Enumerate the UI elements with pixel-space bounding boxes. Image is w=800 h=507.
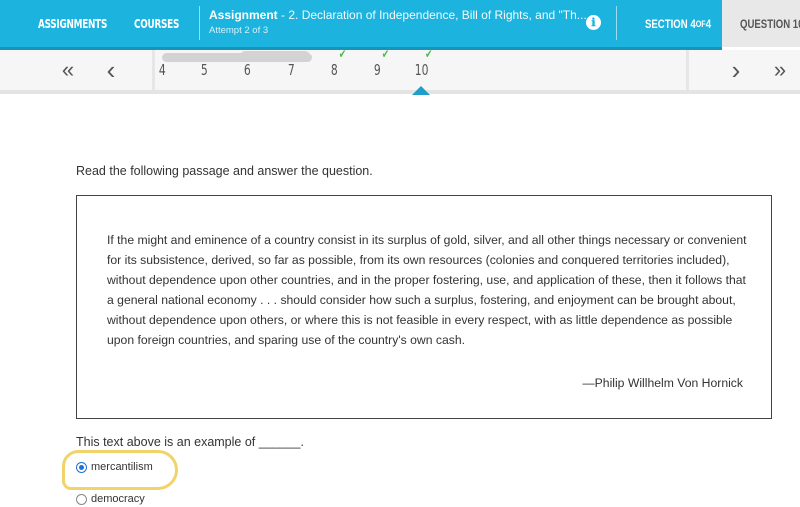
assignment-label: Assignment xyxy=(209,8,278,22)
assignment-title: Assignment - 2. Declaration of Independe… xyxy=(209,8,587,22)
last-question-icon[interactable]: » xyxy=(766,50,794,90)
separator xyxy=(152,50,155,90)
question-navigation: « ‹ 4 5 6 7 8 ✔ 9 ✔ 10 ✔ › » xyxy=(0,47,800,94)
check-icon: ✔ xyxy=(381,47,390,61)
divider xyxy=(616,6,617,40)
question-number-label: 7 xyxy=(287,61,295,79)
question-number-8[interactable]: 8 ✔ xyxy=(330,47,346,90)
question-text: This text above is an example of ______. xyxy=(76,435,304,449)
question-prefix: QUESTION 10 xyxy=(740,16,800,31)
divider xyxy=(199,6,200,40)
passage-attribution: —Philip Willhelm Von Hornick xyxy=(582,376,743,390)
info-icon[interactable]: ℹ xyxy=(586,15,601,30)
first-question-icon[interactable]: « xyxy=(54,50,82,90)
section-of: OF xyxy=(695,18,706,29)
answer-option-mercantilism[interactable]: mercantilism xyxy=(76,461,153,473)
option-label: democracy xyxy=(91,493,145,505)
check-icon: ✔ xyxy=(338,47,347,61)
question-label: QUESTION 10 OF xyxy=(740,17,800,31)
question-number-4[interactable]: 4 xyxy=(159,50,166,90)
assignment-header: Assignment - 2. Declaration of Independe… xyxy=(209,8,587,36)
question-number-label: 4 xyxy=(158,61,166,79)
question-indicator[interactable]: QUESTION 10 OF xyxy=(722,0,800,47)
radio-button-selected[interactable] xyxy=(76,461,87,473)
top-bar: ASSIGNMENTS COURSES Assignment - 2. Decl… xyxy=(0,0,800,47)
nav-assignments-link[interactable]: ASSIGNMENTS xyxy=(38,0,107,47)
question-number-label: 5 xyxy=(200,61,208,79)
question-number-label: 8 xyxy=(330,61,338,79)
check-icon: ✔ xyxy=(425,47,433,61)
instructions: Read the following passage and answer th… xyxy=(76,164,373,178)
section-total: 4 xyxy=(705,16,712,31)
assignment-name: - 2. Declaration of Independence, Bill o… xyxy=(277,8,587,22)
question-number-6[interactable]: 6 xyxy=(244,50,251,90)
question-number-10[interactable]: 10 ✔ xyxy=(414,47,433,90)
option-label: mercantilism xyxy=(91,461,153,473)
passage-box: If the might and eminence of a country c… xyxy=(76,195,772,419)
section-indicator[interactable]: SECTION 4 OF 4 xyxy=(645,0,711,47)
current-question-marker xyxy=(412,86,430,95)
question-number-label: 6 xyxy=(243,61,251,79)
attempt-counter: Attempt 2 of 3 xyxy=(209,25,269,36)
question-number-9[interactable]: 9 ✔ xyxy=(373,47,389,90)
section-prefix: SECTION 4 xyxy=(645,16,696,31)
passage-text: If the might and eminence of a country c… xyxy=(107,233,747,347)
next-question-icon[interactable]: › xyxy=(722,50,750,90)
question-number-label: 9 xyxy=(373,61,381,79)
radio-button[interactable] xyxy=(76,493,87,505)
separator xyxy=(686,50,689,90)
answer-option-democracy[interactable]: democracy xyxy=(76,493,145,505)
question-number-7[interactable]: 7 xyxy=(288,50,295,90)
nav-courses-link[interactable]: COURSES xyxy=(134,0,179,47)
previous-question-icon[interactable]: ‹ xyxy=(97,50,125,90)
question-number-5[interactable]: 5 xyxy=(201,50,208,90)
question-number-label: 10 xyxy=(414,61,429,79)
